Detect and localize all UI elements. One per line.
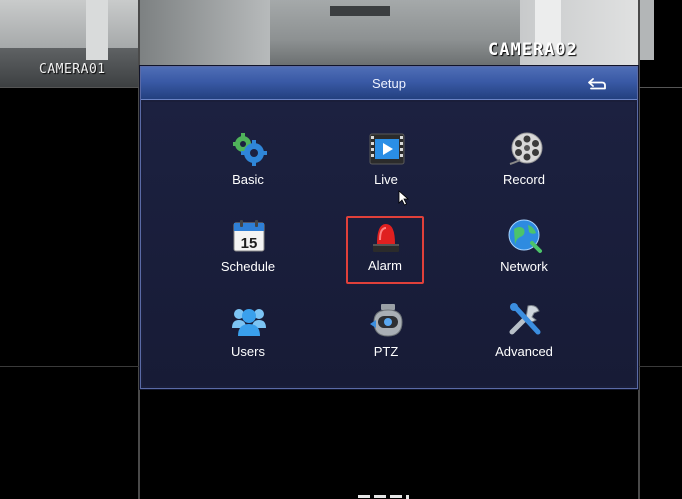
calendar-icon: 15	[233, 220, 265, 252]
siren-icon	[373, 224, 399, 252]
tools-icon	[509, 303, 541, 335]
menu-item-label: Alarm	[368, 258, 402, 273]
menu-item-label: Network	[500, 259, 548, 274]
menu-item-label: Record	[503, 172, 545, 187]
globe-icon	[508, 219, 542, 253]
film-reel-icon	[509, 132, 543, 165]
gears-icon	[233, 133, 267, 166]
grid-divider	[638, 0, 640, 499]
menu-item-label: Advanced	[495, 344, 553, 359]
grid-divider	[638, 87, 682, 88]
menu-item-advanced[interactable]: Advanced	[474, 302, 574, 372]
menu-item-basic[interactable]: Basic	[198, 130, 298, 200]
return-arrow-icon	[588, 78, 606, 90]
camera-feed-1[interactable]: CAMERA01	[0, 0, 138, 87]
camera-1-label: CAMERA01	[39, 62, 106, 77]
menu-item-ptz[interactable]: PTZ	[336, 302, 436, 372]
grid-divider	[0, 87, 140, 88]
camera-2-label: CAMERA02	[488, 40, 578, 60]
dialog-title: Setup	[372, 76, 406, 91]
brand-logo-partial	[356, 489, 426, 499]
menu-item-label: Users	[231, 344, 265, 359]
mouse-cursor-icon	[398, 190, 410, 206]
back-button[interactable]	[587, 75, 609, 93]
dialog-header: Setup	[141, 67, 637, 100]
camera-scene-desk	[330, 6, 390, 16]
calendar-day: 15	[241, 235, 258, 252]
menu-item-live[interactable]: Live	[336, 130, 436, 200]
camera-feed-3[interactable]	[640, 0, 682, 87]
camera-scene-pillar	[86, 0, 108, 60]
ptz-camera-icon	[370, 304, 403, 337]
menu-item-label: PTZ	[373, 344, 399, 359]
camera-scene-strip	[640, 0, 654, 60]
camera-scene-wall	[0, 0, 138, 48]
camera-scene-panel	[140, 0, 270, 66]
menu-item-users[interactable]: Users	[198, 302, 298, 372]
menu-item-alarm[interactable]: Alarm	[346, 216, 424, 284]
video-play-icon	[369, 133, 405, 165]
menu-item-schedule[interactable]: 15 Schedule	[198, 217, 298, 287]
menu-item-record[interactable]: Record	[474, 130, 574, 200]
setup-dialog: Setup Basic Live Record 15 Schedule Alar…	[140, 66, 638, 389]
menu-item-network[interactable]: Network	[474, 217, 574, 287]
menu-item-label: Live	[374, 172, 398, 187]
users-icon	[232, 309, 266, 336]
dialog-body: Basic Live Record 15 Schedule Alarm Netw…	[143, 102, 635, 386]
menu-item-label: Basic	[232, 172, 264, 187]
menu-item-label: Schedule	[220, 259, 276, 274]
